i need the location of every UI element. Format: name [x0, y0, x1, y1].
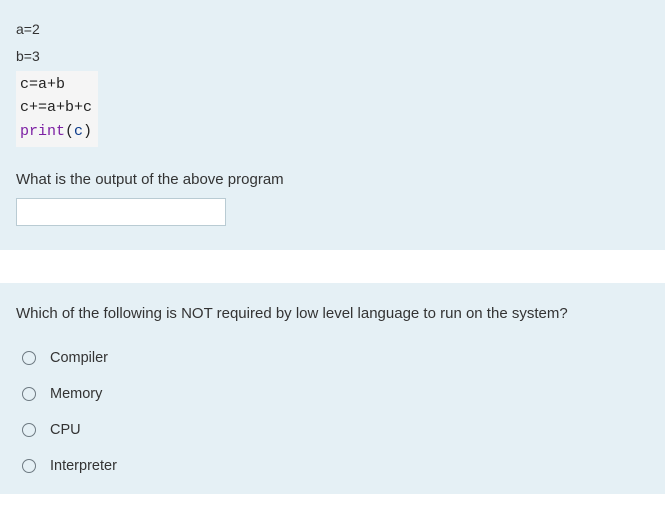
block-gap — [0, 251, 665, 283]
option-interpreter[interactable]: Interpreter — [16, 448, 649, 484]
code-line: print(c) — [20, 120, 92, 143]
option-label: Memory — [50, 386, 102, 402]
question-1-block: a=2 b=3 c=a+b c+=a+b+c print(c) What is … — [0, 0, 665, 251]
option-compiler[interactable]: Compiler — [16, 340, 649, 376]
code-box: c=a+b c+=a+b+c print(c) — [16, 71, 98, 147]
answer-input[interactable] — [16, 198, 226, 226]
option-cpu[interactable]: CPU — [16, 412, 649, 448]
option-memory[interactable]: Memory — [16, 376, 649, 412]
option-label: CPU — [50, 422, 81, 438]
options-list: Compiler Memory CPU Interpreter — [16, 340, 649, 484]
code-intro: a=2 b=3 — [16, 16, 649, 69]
code-intro-line: b=3 — [16, 43, 649, 70]
code-line: c+=a+b+c — [20, 96, 92, 119]
option-label: Interpreter — [50, 458, 117, 474]
radio-icon — [22, 387, 36, 401]
question-2-block: Which of the following is NOT required b… — [0, 283, 665, 494]
question-2-prompt: Which of the following is NOT required b… — [16, 305, 649, 322]
radio-icon — [22, 459, 36, 473]
code-line: c=a+b — [20, 73, 92, 96]
print-keyword: print — [20, 123, 65, 140]
radio-icon — [22, 423, 36, 437]
radio-icon — [22, 351, 36, 365]
question-1-prompt: What is the output of the above program — [16, 171, 649, 188]
code-intro-line: a=2 — [16, 16, 649, 43]
option-label: Compiler — [50, 350, 108, 366]
